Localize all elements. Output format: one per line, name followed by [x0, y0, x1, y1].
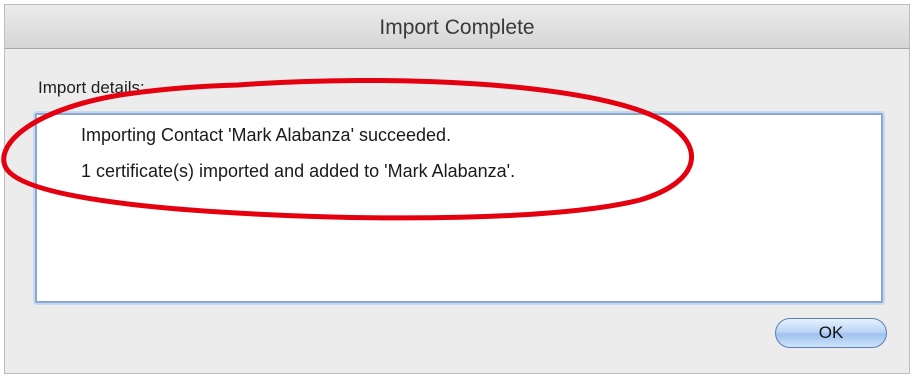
ok-button[interactable]: OK: [775, 318, 887, 348]
details-line-contact: Importing Contact 'Mark Alabanza' succee…: [81, 125, 452, 145]
import-details-textarea[interactable]: Importing Contact 'Mark Alabanza' succee…: [35, 113, 883, 303]
dialog-title: Import Complete: [379, 16, 535, 39]
import-complete-dialog: Import Complete Import details: Importin…: [4, 4, 910, 374]
dialog-titlebar: Import Complete: [5, 5, 909, 49]
import-details-label: Import details:: [38, 78, 145, 97]
details-line-certificate: 1 certificate(s) imported and added to '…: [81, 161, 516, 181]
